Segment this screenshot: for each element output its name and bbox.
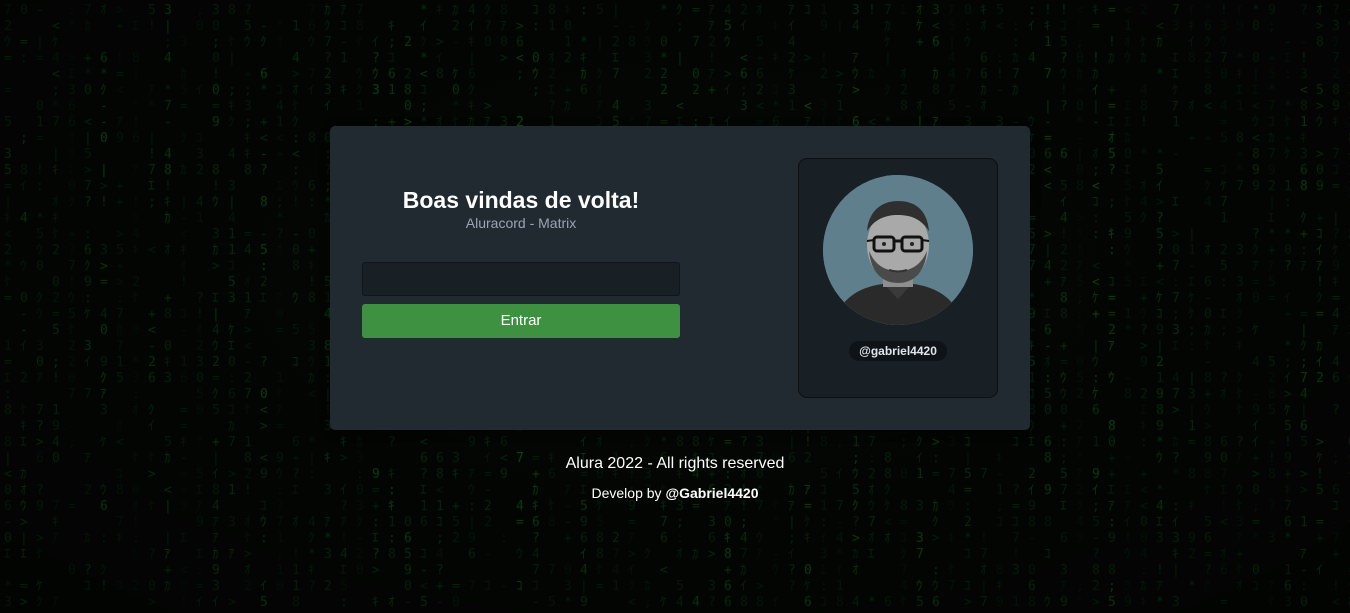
profile-panel: @gabriel4420 <box>798 158 998 398</box>
login-card: Boas vindas de volta! Aluracord - Matrix… <box>330 126 1030 430</box>
username-badge: @gabriel4420 <box>849 341 947 361</box>
enter-button[interactable]: Entrar <box>362 304 680 338</box>
footer-credit-prefix: Develop by <box>591 485 662 501</box>
footer: Alura 2022 - All rights reserved Develop… <box>0 454 1350 502</box>
footer-author: @Gabriel4420 <box>665 485 759 501</box>
footer-credit: Develop by @Gabriel4420 <box>0 484 1350 502</box>
username-input[interactable] <box>362 262 680 296</box>
footer-copyright: Alura 2022 - All rights reserved <box>565 455 785 472</box>
welcome-title: Boas vindas de volta! <box>402 187 640 213</box>
page: 72ｳ==535=|ｷ<2*ｹ=1=ｴ:88|<06-0ｴ*30=:;8ｲ4ｳ0… <box>0 0 1350 613</box>
app-subtitle: Aluracord - Matrix <box>465 215 577 231</box>
login-form: Boas vindas de volta! Aluracord - Matrix… <box>362 126 680 430</box>
avatar <box>823 175 973 325</box>
user-photo <box>823 175 973 325</box>
